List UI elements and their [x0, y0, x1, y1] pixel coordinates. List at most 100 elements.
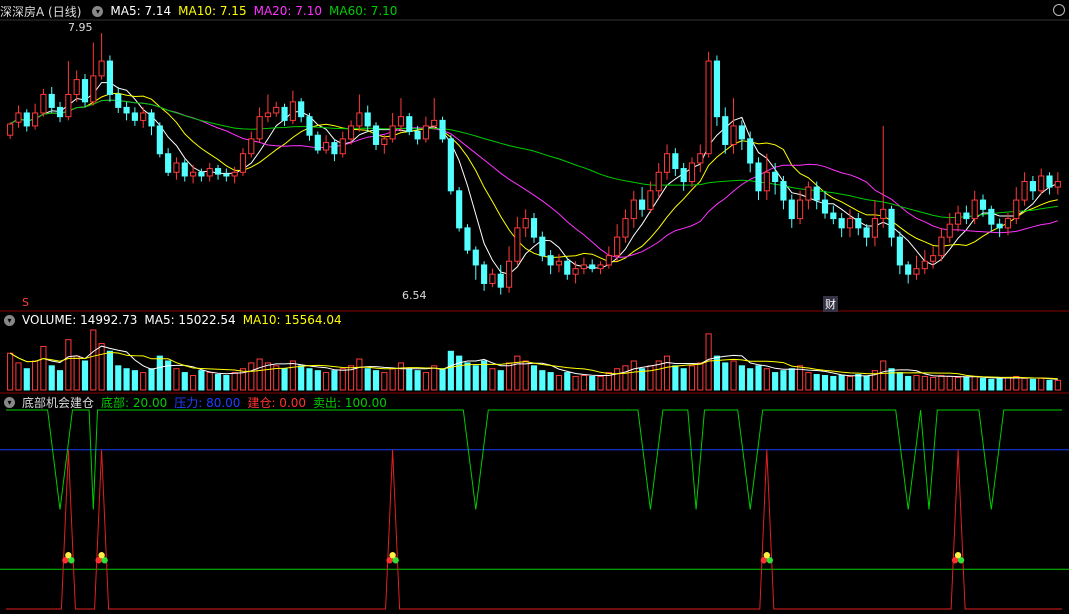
volume-bar	[15, 362, 22, 391]
volume-bar	[497, 370, 504, 391]
candle-body	[564, 260, 571, 275]
volume-bar	[190, 374, 197, 391]
candle-body	[422, 125, 429, 140]
price-header: 深深房A (日线) ▾ MA5: 7.14 MA10: 7.15 MA20: 7…	[0, 2, 404, 20]
volume-bar	[913, 374, 920, 391]
volume-bar	[747, 368, 754, 391]
volume-bar	[838, 374, 845, 391]
candle-body	[347, 125, 355, 140]
candle-body	[946, 223, 953, 238]
volume-bar	[32, 360, 39, 391]
candle-body	[838, 218, 845, 229]
candle-body	[331, 142, 338, 155]
volume-bar	[115, 365, 122, 391]
volume-bar	[946, 375, 953, 391]
volume-bar	[248, 362, 255, 391]
candle-body	[880, 208, 887, 220]
candle-body	[755, 162, 762, 192]
candle-body	[289, 101, 296, 121]
candle-body	[32, 112, 39, 127]
volume-bar	[630, 360, 637, 391]
volume-bar	[256, 358, 263, 391]
candle-body	[148, 112, 155, 127]
candle-body	[663, 153, 671, 173]
volume-bar	[788, 368, 795, 391]
volume-bar	[314, 370, 321, 391]
volume-bar	[123, 368, 130, 391]
volume-bar	[738, 365, 745, 391]
volume-bar	[131, 370, 138, 391]
cai-marker: 财	[823, 296, 838, 312]
volume-bar	[323, 372, 330, 391]
candle-body	[439, 119, 446, 140]
candle-body	[239, 153, 247, 173]
candle-body	[530, 218, 538, 238]
signal-dot-yellow	[65, 552, 72, 559]
candle-body	[780, 181, 787, 201]
volume-bar	[81, 360, 89, 391]
candle-body	[805, 186, 812, 201]
candle-body	[256, 116, 263, 140]
candle-body	[214, 168, 222, 175]
candle-body	[48, 93, 55, 108]
chart-canvas	[0, 19, 1069, 610]
candle-body	[514, 227, 521, 262]
candle-body	[314, 134, 321, 151]
candle-body	[381, 138, 388, 145]
high-price-label: 7.95	[68, 21, 93, 34]
volume-bar	[539, 370, 546, 391]
candle-body	[173, 162, 180, 173]
candle-body	[131, 112, 138, 121]
volume-bar	[547, 372, 554, 391]
volume-dropdown-icon[interactable]: ▾	[4, 314, 15, 326]
candle-body	[81, 79, 89, 103]
volume-bar	[281, 368, 288, 391]
volume-bar	[397, 362, 405, 391]
candle-body	[954, 212, 962, 225]
candle-body	[505, 260, 513, 288]
candle-body	[264, 112, 271, 118]
candle-body	[181, 162, 188, 177]
volume-bar	[614, 368, 621, 391]
volume-bar	[431, 365, 438, 391]
volume-bar	[140, 372, 147, 391]
volume-bar	[622, 365, 629, 391]
candle-body	[605, 255, 612, 266]
candle-body	[123, 106, 130, 114]
volume-bar	[1038, 377, 1045, 391]
candle-body	[306, 116, 313, 136]
volume-bar	[447, 350, 454, 391]
candle-body	[356, 112, 363, 127]
volume-bar	[223, 374, 230, 391]
candle-body	[555, 260, 563, 266]
candle-body	[198, 171, 205, 177]
volume-bar	[364, 368, 371, 391]
dropdown-icon[interactable]: ▾	[92, 5, 104, 17]
volume-bar	[855, 374, 862, 391]
volume-bar	[389, 368, 396, 391]
candle-body	[539, 236, 546, 257]
volume-bar	[938, 374, 945, 391]
indicator-dropdown-icon[interactable]: ▾	[4, 396, 15, 408]
volume-bar	[830, 375, 837, 391]
candle-body	[397, 116, 405, 127]
maximize-icon[interactable]	[1053, 4, 1065, 16]
volume-bar	[56, 370, 64, 391]
candle-body	[639, 199, 646, 210]
volume-bar	[780, 370, 787, 391]
volume-bar	[505, 362, 513, 391]
candle-body	[73, 79, 80, 95]
candle-body	[896, 236, 903, 266]
candle-body	[281, 106, 288, 121]
maichu-label: 卖出: 100.00	[313, 395, 387, 410]
volume-bar	[896, 372, 903, 391]
candle-body	[447, 138, 454, 192]
volume-bar	[921, 375, 928, 391]
candle-body	[1046, 175, 1053, 188]
candle-body	[23, 112, 30, 127]
low-price-label: 6.54	[402, 289, 427, 302]
candle-body	[797, 199, 804, 220]
volume-bar	[680, 368, 687, 391]
candle-body	[580, 264, 587, 270]
volume-bar	[7, 352, 14, 391]
